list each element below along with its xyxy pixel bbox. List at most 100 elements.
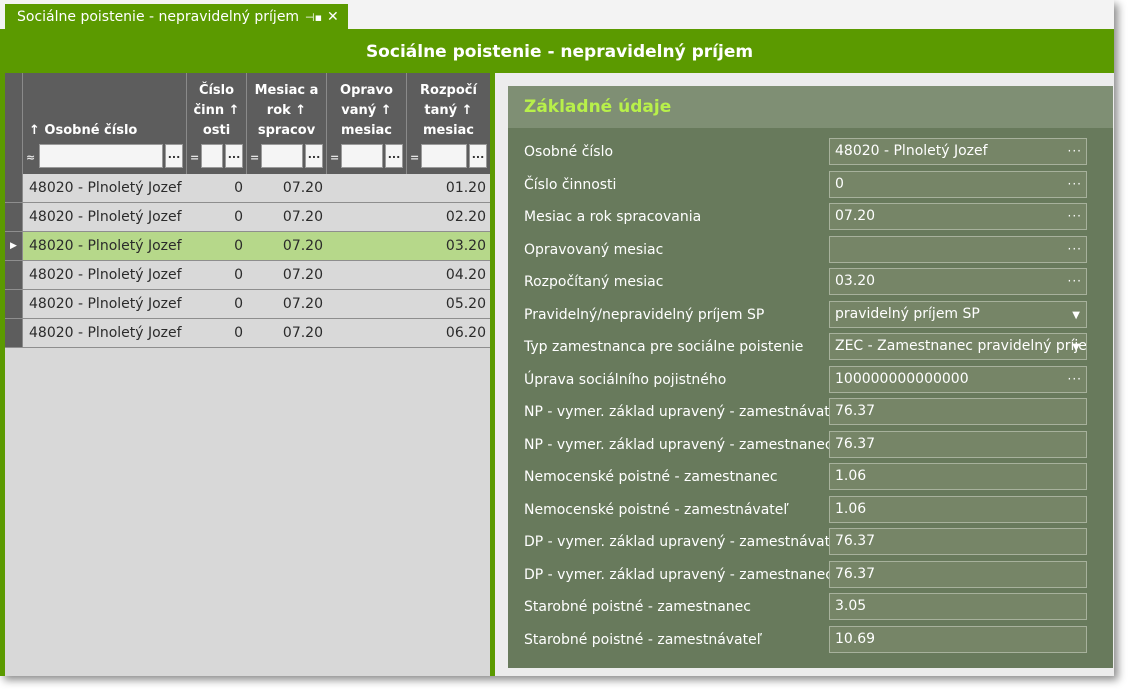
cell-osobne-cislo[interactable]: 48020 - Plnoletý Jozef: [29, 174, 187, 202]
table-row[interactable]: 48020 - Plnoletý Jozef 0 07.20 05.20: [5, 290, 490, 319]
ellipsis-icon[interactable]: ···: [1068, 367, 1082, 392]
field-input[interactable]: 07.20 ···: [829, 203, 1087, 230]
column-header-cislo-cinnosti[interactable]: Číslo činn ↑ osti = ...: [187, 73, 247, 174]
column-header-rozpocitany[interactable]: Rozpočí taný ↑ mesiac = ...: [407, 73, 490, 174]
cell-mesiac-rok[interactable]: 07.20: [247, 319, 323, 347]
tab-active[interactable]: Sociálne poistenie - nepravidelný príjem…: [5, 4, 348, 31]
row-indicator[interactable]: [5, 261, 23, 289]
field-input[interactable]: 76.37: [829, 430, 1087, 458]
field-input[interactable]: 76.37: [829, 560, 1087, 588]
form-row: Úprava sociálního pojistného 100000000000…: [508, 365, 1113, 398]
cell-cislo-cinnosti[interactable]: 0: [187, 174, 243, 202]
pin-icon[interactable]: ⊣▪: [305, 4, 322, 31]
field-input[interactable]: 76.37: [829, 528, 1087, 555]
window: Sociálne poistenie - nepravidelný príjem…: [0, 0, 1114, 676]
table-row[interactable]: ▶ 48020 - Plnoletý Jozef 0 07.20 03.20: [5, 232, 490, 261]
field-input[interactable]: 0 ···: [829, 170, 1087, 198]
cell-cislo-cinnosti[interactable]: 0: [187, 319, 243, 347]
filter-operator[interactable]: ≈: [26, 148, 36, 168]
cell-opraveny[interactable]: [327, 174, 403, 202]
field-select[interactable]: ZEC - Zamestnanec pravidelný príje ▼: [829, 333, 1087, 360]
filter-button[interactable]: ...: [165, 144, 183, 168]
column-header-osobne-cislo[interactable]: ↑ Osobné číslo ≈ ...: [23, 73, 187, 174]
table-row[interactable]: 48020 - Plnoletý Jozef 0 07.20 06.20: [5, 319, 490, 348]
filter-input[interactable]: [421, 144, 467, 168]
ellipsis-icon[interactable]: ···: [1068, 172, 1082, 197]
chevron-down-icon[interactable]: ▼: [1072, 303, 1080, 327]
filter-operator[interactable]: =: [190, 148, 200, 168]
filter-button[interactable]: ...: [385, 144, 403, 168]
field-label: Úprava sociálního pojistného: [524, 371, 727, 388]
filter-input[interactable]: [341, 144, 383, 168]
cell-rozpocitany[interactable]: 03.20: [407, 232, 486, 260]
cell-osobne-cislo[interactable]: 48020 - Plnoletý Jozef: [29, 290, 187, 318]
cell-mesiac-rok[interactable]: 07.20: [247, 203, 323, 231]
cell-opraveny[interactable]: [327, 261, 403, 289]
filter-input[interactable]: [261, 144, 303, 168]
cell-cislo-cinnosti[interactable]: 0: [187, 261, 243, 289]
field-input[interactable]: 03.20 ···: [829, 268, 1087, 295]
filter-operator[interactable]: =: [410, 148, 420, 168]
field-label: Mesiac a rok spracovania: [524, 209, 702, 225]
field-input[interactable]: 1.06: [829, 495, 1087, 523]
cell-opraveny[interactable]: [327, 319, 403, 347]
filter-operator[interactable]: =: [330, 148, 340, 168]
column-header-opraveny[interactable]: Opravo vaný ↑ mesiac = ...: [327, 73, 407, 174]
filter-operator[interactable]: =: [250, 148, 260, 168]
field-input[interactable]: 48020 - Plnoletý Jozef ···: [829, 138, 1087, 165]
filter-input[interactable]: [201, 144, 223, 168]
cell-osobne-cislo[interactable]: 48020 - Plnoletý Jozef: [29, 232, 187, 260]
filter-button[interactable]: ...: [469, 144, 487, 168]
cell-cislo-cinnosti[interactable]: 0: [187, 290, 243, 318]
filter-button[interactable]: ...: [225, 144, 243, 168]
row-indicator[interactable]: [5, 290, 23, 318]
cell-rozpocitany[interactable]: 01.20: [407, 174, 486, 202]
table-row[interactable]: 48020 - Plnoletý Jozef 0 07.20 02.20: [5, 203, 490, 232]
cell-rozpocitany[interactable]: 04.20: [407, 261, 486, 289]
field-input[interactable]: 3.05: [829, 593, 1087, 620]
cell-opraveny[interactable]: [327, 232, 403, 260]
field-input[interactable]: 1.06: [829, 463, 1087, 490]
field-input[interactable]: ···: [829, 235, 1087, 263]
cell-mesiac-rok[interactable]: 07.20: [247, 232, 323, 260]
column-header-mesiac-rok[interactable]: Mesiac a rok ↑ spracov = ...: [247, 73, 327, 174]
cell-cislo-cinnosti[interactable]: 0: [187, 203, 243, 231]
ellipsis-icon[interactable]: ···: [1068, 139, 1082, 164]
row-indicator[interactable]: [5, 174, 23, 202]
table-row[interactable]: 48020 - Plnoletý Jozef 0 07.20 04.20: [5, 261, 490, 290]
field-select[interactable]: pravidelný príjem SP ▼: [829, 300, 1087, 328]
cell-osobne-cislo[interactable]: 48020 - Plnoletý Jozef: [29, 319, 187, 347]
cell-mesiac-rok[interactable]: 07.20: [247, 261, 323, 289]
field-input[interactable]: 76.37: [829, 398, 1087, 425]
cell-osobne-cislo[interactable]: 48020 - Plnoletý Jozef: [29, 261, 187, 289]
cell-cislo-cinnosti[interactable]: 0: [187, 232, 243, 260]
filter-input[interactable]: [39, 144, 163, 168]
cell-mesiac-rok[interactable]: 07.20: [247, 290, 323, 318]
chevron-down-icon[interactable]: ▼: [1072, 335, 1080, 359]
field-input[interactable]: 10.69: [829, 625, 1087, 653]
cell-rozpocitany[interactable]: 05.20: [407, 290, 486, 318]
field-input[interactable]: 100000000000000 ···: [829, 365, 1087, 393]
cell-opraveny[interactable]: [327, 203, 403, 231]
cell-rozpocitany[interactable]: 06.20: [407, 319, 486, 347]
column-header-label: Číslo činn ↑ osti: [193, 83, 240, 138]
ellipsis-icon[interactable]: ···: [1068, 237, 1082, 262]
row-indicator[interactable]: [5, 203, 23, 231]
cell-osobne-cislo[interactable]: 48020 - Plnoletý Jozef: [29, 203, 187, 231]
filter-button[interactable]: ...: [305, 144, 323, 168]
ellipsis-icon[interactable]: ···: [1068, 204, 1082, 229]
column-header-label: Opravo vaný ↑ mesiac: [340, 83, 393, 138]
row-indicator[interactable]: [5, 319, 23, 347]
field-value: pravidelný príjem SP: [835, 305, 980, 322]
close-icon[interactable]: ✕: [327, 4, 339, 31]
field-value: 1.06: [835, 468, 867, 484]
ellipsis-icon[interactable]: ···: [1068, 269, 1082, 294]
cell-rozpocitany[interactable]: 02.20: [407, 203, 486, 231]
field-label: Nemocenské poistné - zamestnanec: [524, 469, 778, 485]
form-row: Nemocenské poistné - zamestnávateľ 1.06: [508, 495, 1113, 528]
cell-opraveny[interactable]: [327, 290, 403, 318]
cell-mesiac-rok[interactable]: 07.20: [247, 174, 323, 202]
field-label: Starobné poistné - zamestnávateľ: [524, 631, 762, 648]
table-row[interactable]: 48020 - Plnoletý Jozef 0 07.20 01.20: [5, 174, 490, 203]
row-indicator[interactable]: ▶: [5, 232, 23, 260]
